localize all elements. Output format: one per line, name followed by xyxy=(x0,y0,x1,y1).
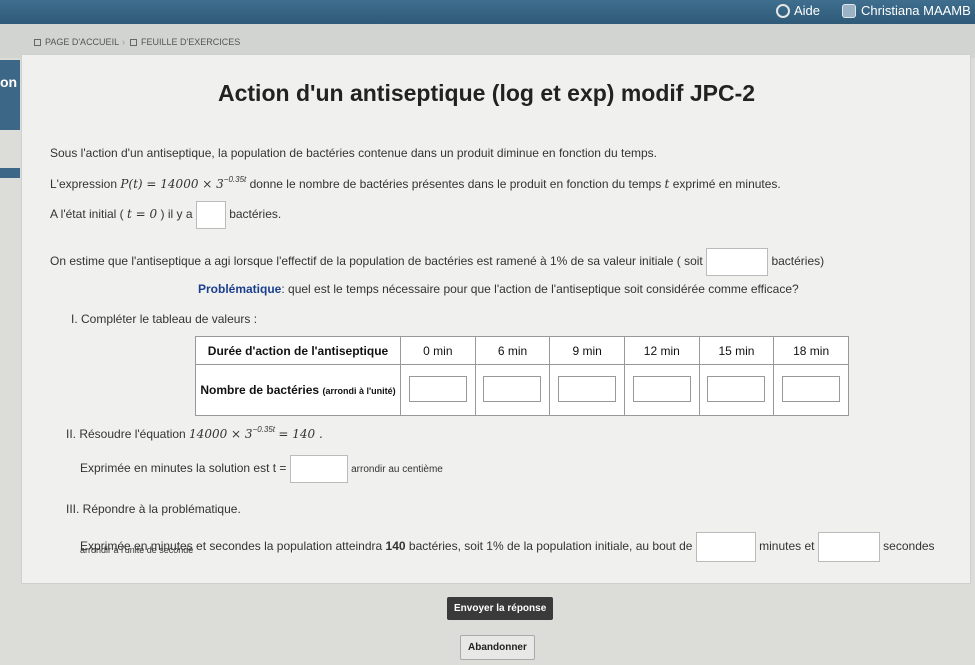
problem-line: Problématique: quel est le temps nécessa… xyxy=(198,282,799,296)
problem-label: Problématique xyxy=(198,282,282,296)
submit-button[interactable]: Envoyer la réponse xyxy=(447,597,554,620)
table-row: Durée d'action de l'antiseptique 0 min 6… xyxy=(195,335,849,366)
count-input-15[interactable] xyxy=(707,375,766,402)
initial-mid: ) il y a xyxy=(160,207,193,222)
count-input-18[interactable] xyxy=(782,375,841,402)
home-icon xyxy=(34,38,41,46)
intro-text: Sous l'action d'un antiseptique, la popu… xyxy=(50,146,657,160)
table-cell xyxy=(549,364,625,416)
side-strip xyxy=(0,168,20,178)
expression-function: P(t) = 14000 × 3 xyxy=(120,177,224,191)
estimate-line: On estime que l'antiseptique a agi lorsq… xyxy=(50,248,824,276)
expression-exponent: −0.35t xyxy=(223,175,247,184)
time-header-6: 6 min xyxy=(474,335,551,366)
one-percent-input[interactable] xyxy=(706,248,769,276)
expression-prefix: L'expression xyxy=(50,177,117,191)
part3-text-b: bactéries, soit 1% de la population init… xyxy=(408,539,693,554)
part3-line: Exprimée en minutes et secondes la popul… xyxy=(80,532,935,562)
initial-prefix: A l'état initial ( xyxy=(50,207,124,222)
solution-prefix: Exprimée en minutes la solution est t = xyxy=(80,461,287,476)
row-header-count: Nombre de bactéries (arrondi à l'unité) xyxy=(195,364,401,416)
row-header-count-label: Nombre de bactéries xyxy=(200,383,320,398)
part3-seconds: secondes xyxy=(883,539,935,554)
values-table: Durée d'action de l'antiseptique 0 min 6… xyxy=(195,335,849,416)
help-icon xyxy=(776,3,790,18)
seconds-input[interactable] xyxy=(817,532,880,562)
part2-line: II. Résoudre l'équation 14000 × 3−0.35t … xyxy=(66,425,323,441)
breadcrumb-separator: › xyxy=(122,37,125,47)
solution-line: Exprimée en minutes la solution est t = … xyxy=(80,455,443,483)
breadcrumb-exercises[interactable]: FEUILLE D'EXERCICES xyxy=(130,37,240,47)
initial-count-input[interactable] xyxy=(195,201,226,229)
top-bar: Aide Christiana MAAMB xyxy=(0,0,975,24)
part3-note: arrondir à l'unité de seconde xyxy=(80,545,194,555)
exercise-sheet-icon xyxy=(130,38,137,46)
expression-suffix2: exprimé en minutes. xyxy=(672,177,781,191)
part1-label: I. Compléter le tableau de valeurs : xyxy=(71,312,258,326)
initial-cond: t = 0 xyxy=(127,207,158,222)
avatar xyxy=(842,3,856,18)
expression-var: t xyxy=(664,177,670,191)
time-header-12: 12 min xyxy=(623,335,700,366)
page-title: Action d'un antiseptique (log et exp) mo… xyxy=(218,80,756,106)
count-input-12[interactable] xyxy=(632,375,691,402)
side-tab-label: on xyxy=(0,74,18,90)
expression-line: L'expression P(t) = 14000 × 3−0.35t donn… xyxy=(50,175,781,191)
breadcrumb-home-label: PAGE D'ACCUEIL xyxy=(45,37,120,47)
solution-suffix: arrondir au centième xyxy=(351,464,443,476)
time-header-0: 0 min xyxy=(400,335,476,366)
part2-eq-base: 14000 × 3 xyxy=(189,427,253,441)
time-header-9: 9 min xyxy=(549,335,625,366)
user-name: Christiana MAAMB xyxy=(861,3,971,18)
count-input-9[interactable] xyxy=(558,375,617,402)
part2-label: II. Résoudre l'équation xyxy=(66,427,186,441)
solution-input[interactable] xyxy=(289,455,348,483)
table-cell xyxy=(623,364,700,416)
part3-minutes: minutes et xyxy=(759,539,815,554)
abandon-button[interactable]: Abandonner xyxy=(460,635,535,660)
part2-eq-exp: −0.35t xyxy=(252,425,276,434)
initial-suffix: bactéries. xyxy=(229,207,282,222)
breadcrumb-exercises-label: FEUILLE D'EXERCICES xyxy=(141,37,241,47)
minutes-input[interactable] xyxy=(695,532,756,562)
table-row: Nombre de bactéries (arrondi à l'unité) xyxy=(195,364,849,416)
breadcrumb-home[interactable]: PAGE D'ACCUEIL xyxy=(34,37,119,47)
time-header-18: 18 min xyxy=(773,335,849,366)
estimate-text: On estime que l'antiseptique a agi lorsq… xyxy=(50,254,703,269)
part2-eq-rhs: = 140 . xyxy=(278,427,323,441)
count-input-6[interactable] xyxy=(483,375,542,402)
time-header-15: 15 min xyxy=(698,335,775,366)
table-cell xyxy=(773,364,849,416)
table-cell xyxy=(400,364,476,416)
estimate-suffix: bactéries) xyxy=(771,254,825,269)
row-header-duration: Durée d'action de l'antiseptique xyxy=(195,335,401,366)
initial-line: A l'état initial ( t = 0 ) il y a bactér… xyxy=(50,201,281,229)
side-tab[interactable]: on xyxy=(0,60,20,130)
user-menu[interactable]: Christiana MAAMB xyxy=(842,3,971,18)
part3-value: 140 xyxy=(385,539,406,554)
count-input-0[interactable] xyxy=(408,375,467,402)
part3-label: III. Répondre à la problématique. xyxy=(66,502,241,516)
help-link[interactable]: Aide xyxy=(776,3,820,18)
table-cell xyxy=(474,364,551,416)
expression-suffix: donne le nombre de bactéries présentes d… xyxy=(249,177,662,191)
problem-text: : quel est le temps nécessaire pour que … xyxy=(281,282,799,296)
table-cell xyxy=(698,364,775,416)
help-label: Aide xyxy=(794,3,821,18)
row-header-count-note: (arrondi à l'unité) xyxy=(322,386,396,397)
breadcrumb: PAGE D'ACCUEIL › FEUILLE D'EXERCICES xyxy=(0,24,975,58)
